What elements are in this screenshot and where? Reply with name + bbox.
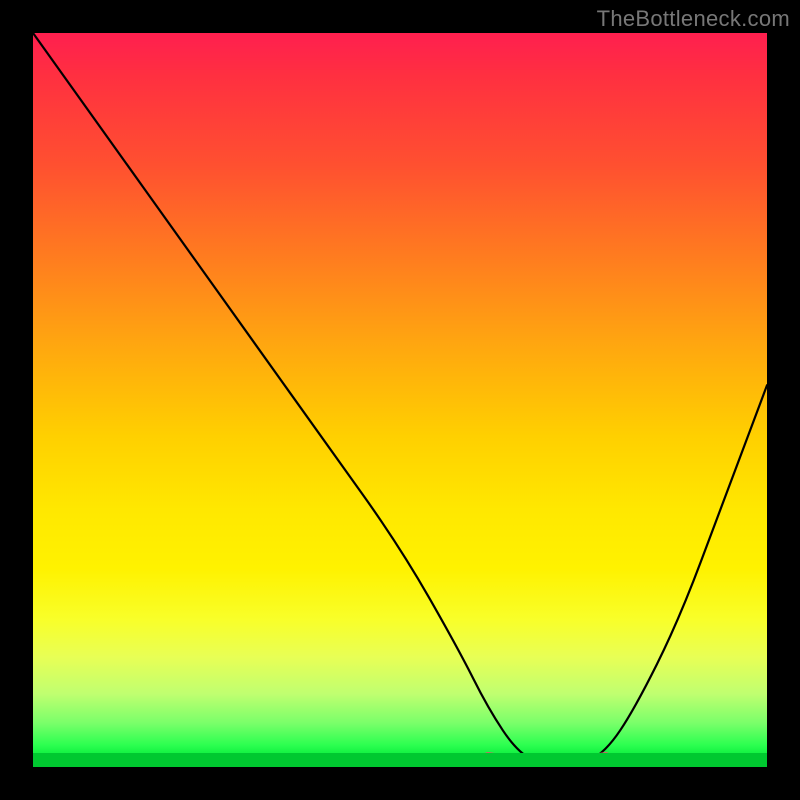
chart-svg (33, 33, 767, 767)
attribution-label: TheBottleneck.com (597, 6, 790, 32)
optimal-range-mark (488, 757, 605, 762)
plot-area (33, 33, 767, 767)
chart-frame: TheBottleneck.com (0, 0, 800, 800)
bottleneck-curve (33, 33, 767, 767)
